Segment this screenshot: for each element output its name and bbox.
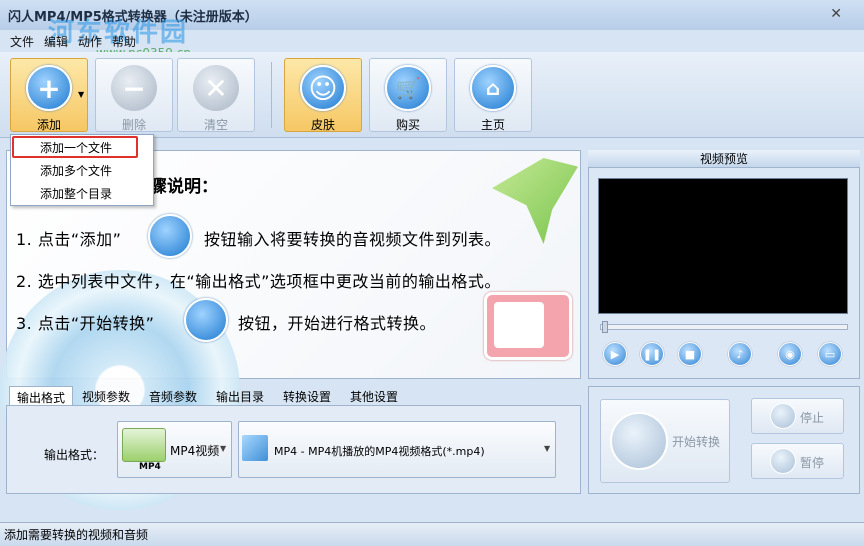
seek-handle[interactable] [602, 321, 608, 333]
menu-help[interactable]: 帮助 [112, 33, 136, 50]
plus-icon [148, 214, 192, 258]
menu-add-folder[interactable]: 添加整个目录 [40, 185, 112, 202]
menu-highlight [12, 136, 138, 158]
buy-button[interactable]: 🛒 购买 [369, 58, 447, 132]
guide-step2: 2. 选中列表中文件，在“输出格式”选项框中更改当前的输出格式。 [16, 272, 501, 291]
guide-step3-b: 按钮，开始进行格式转换。 [238, 314, 437, 333]
tab-convert-settings[interactable]: 转换设置 [276, 386, 338, 406]
guide-heading: 骤说明： [150, 177, 218, 197]
tab-output-dir[interactable]: 输出目录 [209, 386, 271, 406]
profile-value: MP4 - MP4机播放的MP4视频格式(*.mp4) [274, 445, 485, 458]
convert-icon [610, 412, 668, 470]
home-label: 主页 [480, 118, 505, 132]
clear-label: 清空 [203, 118, 228, 132]
guide-step1-b: 按钮输入将要转换的音视频文件到列表。 [204, 230, 502, 249]
folder-icon[interactable]: ▭ [818, 342, 842, 366]
add-dropdown-arrow-icon[interactable]: ▼ [78, 90, 84, 99]
volume-icon[interactable]: ♪ [728, 342, 752, 366]
preview-title: 视频预览 [588, 150, 860, 168]
stop-icon[interactable]: ■ [678, 342, 702, 366]
chevron-down-icon[interactable]: ▼ [544, 444, 550, 453]
video-screen [598, 178, 848, 314]
x-icon: ✕ [193, 65, 239, 111]
home-icon: ⌂ [470, 65, 516, 111]
delete-button[interactable]: − 删除 [95, 58, 173, 132]
status-text: 添加需要转换的视频和音频 [4, 528, 149, 542]
delete-label: 删除 [121, 118, 146, 132]
skin-button[interactable]: ☺ 皮肤 [284, 58, 362, 132]
pause-button[interactable] [751, 443, 844, 479]
close-icon[interactable]: ✕ [830, 6, 842, 22]
output-format-label: 输出格式： [44, 448, 105, 462]
menu-action[interactable]: 动作 [78, 33, 102, 50]
box-icon [242, 435, 268, 461]
stop-button[interactable] [751, 398, 844, 434]
menu-edit[interactable]: 编辑 [44, 33, 68, 50]
home-button[interactable]: ⌂ 主页 [454, 58, 532, 132]
minus-icon: − [111, 65, 157, 111]
menu-file[interactable]: 文件 [10, 33, 34, 50]
format-icon-label: MP4 [139, 462, 161, 472]
clear-button[interactable]: ✕ 清空 [177, 58, 255, 132]
guide-step1-a: 1. 点击“添加” [16, 230, 122, 249]
buy-label: 购买 [395, 118, 420, 132]
mp4-device-icon [122, 428, 166, 462]
snapshot-icon[interactable]: ◉ [778, 342, 802, 366]
pause-icon [770, 448, 796, 474]
chevron-down-icon[interactable]: ▼ [220, 444, 226, 453]
play-icon[interactable]: ▶ [603, 342, 627, 366]
menu-add-files[interactable]: 添加多个文件 [40, 162, 112, 179]
tab-audio-params[interactable]: 音频参数 [142, 386, 204, 406]
tab-other-settings[interactable]: 其他设置 [343, 386, 405, 406]
cart-icon: 🛒 [385, 65, 431, 111]
add-button[interactable]: + 添加 [10, 58, 88, 132]
start-convert-label: 开始转换 [672, 435, 721, 449]
plus-icon: + [26, 65, 72, 111]
toolbar-divider [271, 62, 272, 128]
add-label: 添加 [36, 118, 61, 132]
stop-label: 停止 [800, 411, 825, 425]
pause-label: 暂停 [800, 456, 825, 470]
skin-label: 皮肤 [310, 118, 335, 132]
seek-bar[interactable] [600, 324, 848, 330]
pause-icon[interactable]: ❚❚ [640, 342, 664, 366]
tab-output-format[interactable]: 输出格式 [9, 386, 74, 406]
tv-screen-graphic [494, 302, 544, 348]
guide-step3-a: 3. 点击“开始转换” [16, 314, 155, 333]
smiley-icon: ☺ [300, 65, 346, 111]
tab-video-params[interactable]: 视频参数 [75, 386, 137, 406]
format-value: MP4视频 [170, 444, 220, 458]
stop-icon [770, 403, 796, 429]
convert-icon [184, 298, 228, 342]
